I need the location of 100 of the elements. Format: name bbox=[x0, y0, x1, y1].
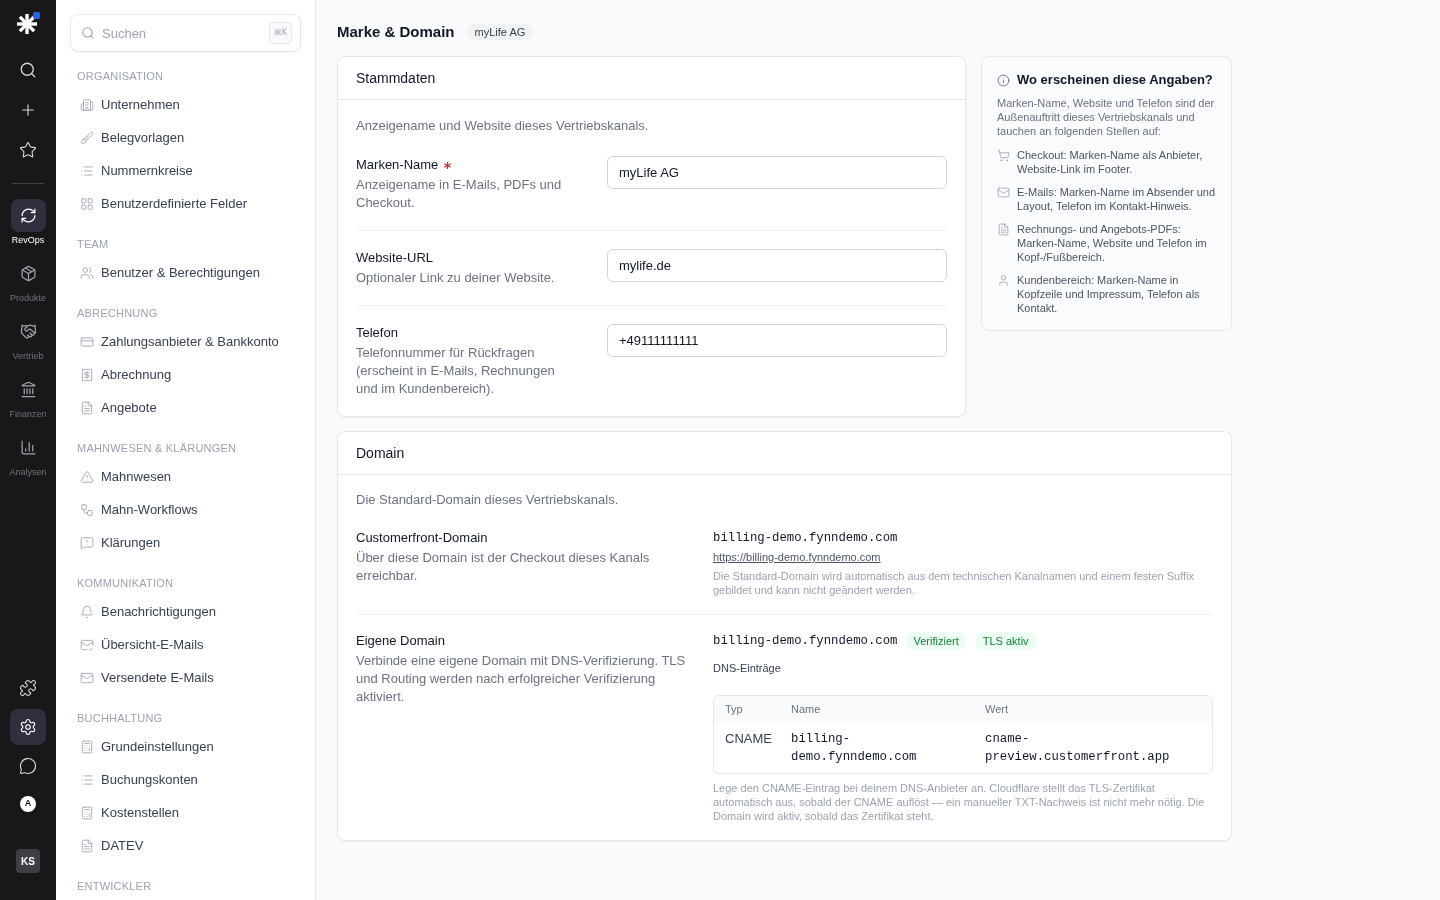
search-icon bbox=[19, 61, 37, 79]
sidebar-item[interactable]: Benutzer & Berechtigungen bbox=[70, 256, 301, 289]
bank-icon bbox=[19, 381, 37, 398]
field-label: Eigene Domain bbox=[356, 632, 446, 650]
receipt-icon bbox=[80, 367, 94, 382]
field-label: Website-URL bbox=[356, 249, 434, 267]
info-item: Kundenbereich: Marken-Name in Kopfzeile und Impressum, Telefon als Kontakt. bbox=[1017, 273, 1201, 315]
building-icon bbox=[80, 97, 94, 112]
sidebar-item[interactable]: Grundeinstellungen bbox=[70, 730, 301, 763]
domain-link[interactable]: https://billing-demo.fynndemo.com bbox=[713, 551, 881, 563]
sidebar-item[interactable]: Mahnwesen bbox=[70, 460, 301, 493]
shortcut-key: ⌘K bbox=[268, 22, 292, 44]
info-text: Marken-Name, Website und Telefon sind der Außenauftritt dieses Vertriebskanals und tauchen an folgenden Stellen auf: bbox=[997, 96, 1216, 138]
sidebar-item[interactable]: Buchungskonten bbox=[70, 763, 301, 796]
bar-chart-icon bbox=[19, 439, 37, 456]
credit-card-icon bbox=[80, 334, 94, 349]
dns-heading: DNS-Einträge bbox=[713, 661, 782, 675]
rail-nav-label: Vertrieb bbox=[12, 351, 44, 362]
section-heading: TEAM bbox=[76, 237, 110, 252]
table-cell: billing-demo.fynndemo.com bbox=[780, 723, 974, 773]
calculator-icon bbox=[80, 739, 94, 754]
star-icon bbox=[19, 141, 37, 159]
sidebar-item[interactable]: Nummernkreise bbox=[70, 154, 301, 187]
brush-icon bbox=[80, 130, 94, 145]
info-item: Checkout: Marken-Name als Anbieter, Website-Link im Footer. bbox=[1017, 148, 1204, 176]
puzzle-icon bbox=[19, 679, 37, 697]
section-heading: MAHNWESEN & KLÄRUNGEN bbox=[76, 441, 238, 456]
text-input[interactable]: mylife.de bbox=[607, 249, 947, 282]
status-badge: Verifiziert bbox=[905, 632, 967, 650]
sidebar-item[interactable]: Klärungen bbox=[70, 526, 301, 559]
calculator-icon bbox=[80, 805, 94, 820]
user-avatar[interactable]: KS bbox=[16, 849, 40, 873]
workflow-icon bbox=[80, 502, 94, 517]
field-label: Telefon bbox=[356, 324, 398, 342]
rail-nav-label: Produkte bbox=[10, 293, 46, 304]
mail-icon bbox=[80, 670, 94, 685]
page-title: Marke & Domain bbox=[337, 21, 455, 42]
text-input[interactable]: myLife AG bbox=[607, 156, 947, 189]
table-cell: CNAME bbox=[714, 723, 780, 773]
field-hint: Verbinde eine eigene Domain mit DNS-Verifizierung. TLS und Routing werden nach erfolgreicher Verifizierung aktiviert. bbox=[356, 652, 686, 706]
field-note: Die Standard-Domain wird automatisch aus dem technischen Kanalnamen und einem festen Suffix gebildet und kann nicht geändert werden. bbox=[713, 569, 1195, 597]
handshake-icon bbox=[19, 323, 37, 340]
plus-icon bbox=[19, 101, 37, 119]
mail-icon bbox=[997, 186, 1010, 199]
document-icon bbox=[80, 838, 94, 853]
user-icon bbox=[997, 274, 1010, 287]
document-icon bbox=[997, 223, 1010, 236]
box-icon bbox=[19, 265, 37, 282]
brand-badge: myLife AG bbox=[466, 24, 534, 40]
users-icon bbox=[80, 265, 94, 280]
sidebar-item[interactable]: Versendete E-Mails bbox=[70, 661, 301, 694]
column-header: Typ bbox=[714, 696, 780, 723]
warning-icon bbox=[80, 469, 94, 484]
sidebar-item[interactable]: Mahn-Workflows bbox=[70, 493, 301, 526]
sidebar-item[interactable]: Übersicht-E-Mails bbox=[70, 628, 301, 661]
sidebar-item[interactable]: Abrechnung bbox=[70, 358, 301, 391]
domain-name: billing-demo.fynndemo.com bbox=[713, 633, 898, 650]
grid-icon bbox=[80, 196, 94, 211]
card-title: Stammdaten bbox=[356, 68, 436, 88]
field-note: Lege den CNAME-Eintrag bei deinem DNS-Anbieter an. Cloudflare stellt das TLS-Zertifikat automatisch aus, sobald der CNAME auflöst — ein manueller TXT-Nachweis ist nicht mehr nötig. Die Domain wird aktiv, sobald das Zertifikat steht. bbox=[713, 781, 1206, 823]
section-heading: ENTWICKLER bbox=[76, 879, 153, 894]
rail-nav-button[interactable] bbox=[10, 199, 46, 232]
sidebar-item[interactable]: Kostenstellen bbox=[70, 796, 301, 829]
section-heading: BUCHHALTUNG bbox=[76, 711, 164, 726]
info-title: Wo erscheinen diese Angaben? bbox=[1017, 72, 1213, 88]
chat-icon bbox=[19, 757, 37, 775]
field-hint: Optionaler Link zu deiner Website. bbox=[356, 269, 556, 287]
sidebar-item[interactable]: Belegvorlagen bbox=[70, 121, 301, 154]
field-hint: Telefonnummer für Rückfragen (erscheint in E-Mails, Rechnungen und im Kundenbereich). bbox=[356, 344, 556, 398]
sidebar-item[interactable]: Benachrichtigungen bbox=[70, 595, 301, 628]
sidebar-item[interactable]: Angebote bbox=[70, 391, 301, 424]
account-badge[interactable]: A bbox=[20, 796, 36, 812]
mail-check-icon bbox=[80, 637, 94, 652]
column-header: Wert bbox=[974, 696, 1212, 723]
card-description: Anzeigename und Website dieses Vertriebskanals. bbox=[356, 117, 650, 135]
rail-tool-button[interactable] bbox=[10, 709, 46, 745]
search-icon bbox=[81, 26, 95, 40]
document-icon bbox=[80, 400, 94, 415]
rail-nav-label: RevOps bbox=[11, 235, 45, 246]
field-label: Marken-Name bbox=[356, 156, 439, 174]
bell-icon bbox=[80, 604, 94, 619]
rail-nav-label: Finanzen bbox=[9, 409, 47, 420]
sidebar-item[interactable]: DATEV bbox=[70, 829, 301, 862]
logo-icon bbox=[16, 12, 40, 36]
info-item: E-Mails: Marken-Name im Absender und Layout, Telefon im Kontakt-Hinweis. bbox=[1017, 185, 1216, 213]
info-icon bbox=[997, 73, 1010, 87]
list-icon bbox=[80, 163, 94, 178]
field-hint: Anzeigename in E-Mails, PDFs und Checkout. bbox=[356, 176, 563, 212]
cart-icon bbox=[997, 149, 1010, 162]
sidebar-item[interactable]: Unternehmen bbox=[70, 88, 301, 121]
rail-nav-label: Analysen bbox=[9, 467, 47, 478]
column-header: Name bbox=[780, 696, 974, 723]
table-cell: cname-preview.customerfront.app bbox=[974, 723, 1212, 773]
field-label: Customerfront-Domain bbox=[356, 529, 489, 547]
sidebar-item[interactable]: Zahlungsanbieter & Bankkonto bbox=[70, 325, 301, 358]
field-hint: Über diese Domain ist der Checkout dieses Kanals erreichbar. bbox=[356, 549, 651, 585]
status-badge: TLS aktiv bbox=[974, 632, 1037, 650]
sidebar-item[interactable]: Benutzerdefinierte Felder bbox=[70, 187, 301, 220]
section-heading: KOMMUNIKATION bbox=[76, 576, 175, 591]
text-input[interactable]: +49111111111 bbox=[607, 324, 947, 357]
